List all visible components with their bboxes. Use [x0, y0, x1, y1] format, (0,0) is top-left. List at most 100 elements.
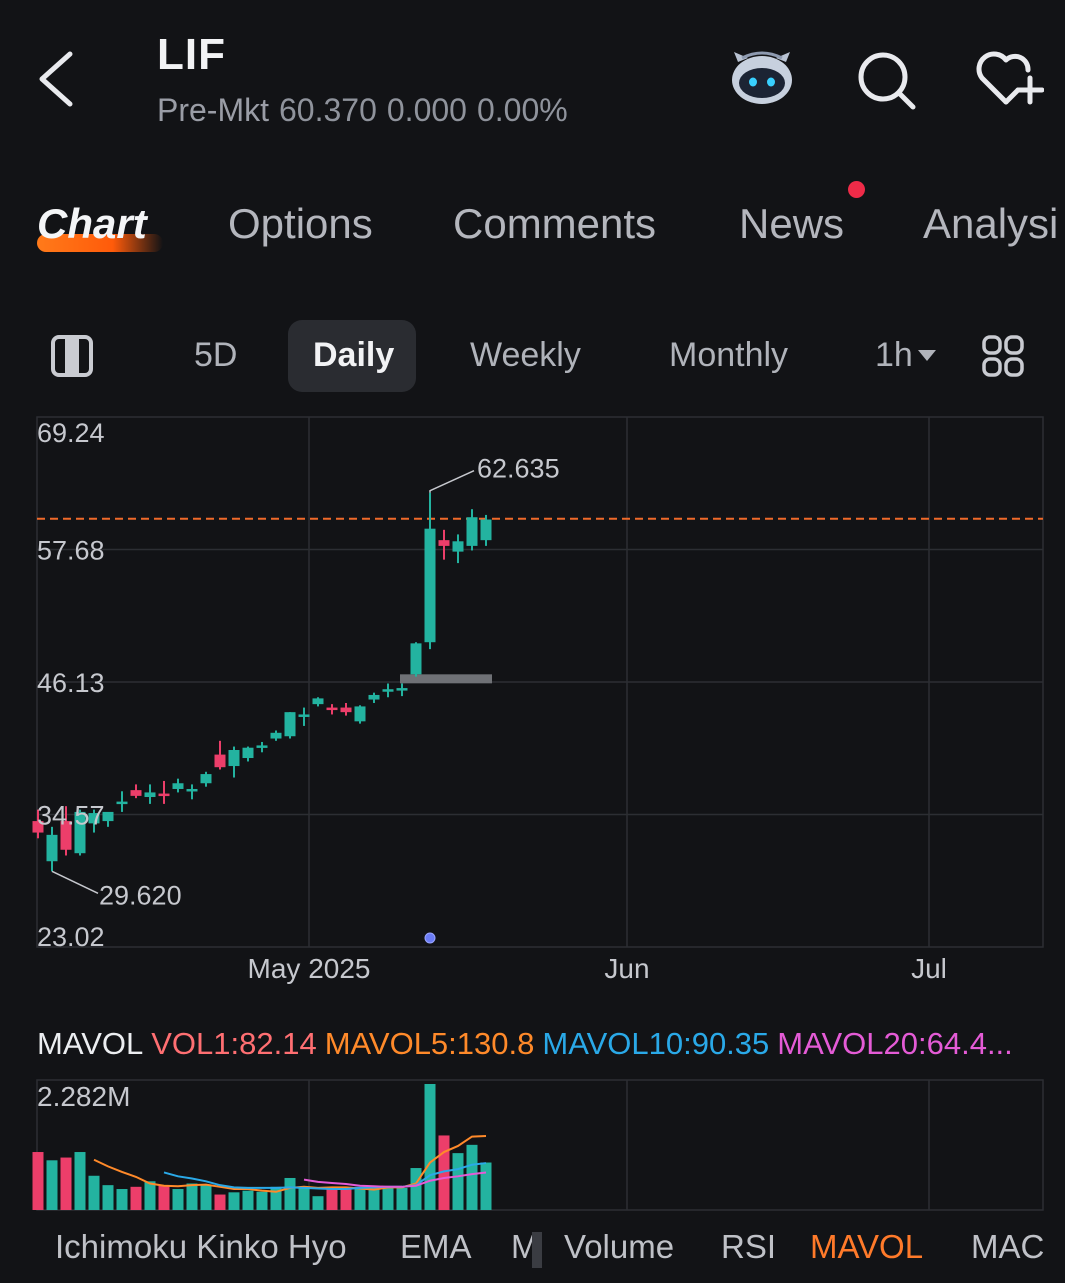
candle-body [298, 714, 310, 717]
premarket-price: 60.370 [279, 92, 377, 128]
caret-down-icon[interactable] [918, 350, 936, 362]
indicator-volume[interactable]: Volume [564, 1228, 674, 1266]
event-marker-dot [424, 932, 436, 944]
candle-body [340, 707, 352, 713]
tab-comments[interactable]: Comments [453, 200, 656, 248]
candle-body [480, 519, 492, 541]
y-tick-label: 34.57 [37, 801, 105, 831]
volume-bar [284, 1177, 296, 1210]
volume-bar [368, 1187, 380, 1210]
candle-body [158, 793, 170, 797]
premarket-label: Pre-Mkt [157, 92, 269, 128]
y-tick-label: 69.24 [37, 418, 105, 448]
volume-bar [312, 1196, 324, 1210]
volume-max-label: 2.282M [37, 1081, 130, 1112]
volume-bar [452, 1153, 464, 1210]
volume-bar [466, 1144, 478, 1210]
legend-mavol20: MAVOL20:64.4... [777, 1026, 1013, 1061]
x-tick-label: May 2025 [248, 953, 371, 984]
indicator-macd[interactable]: MAC [971, 1228, 1044, 1266]
y-tick-label: 23.02 [37, 922, 105, 952]
volume-bar [228, 1192, 240, 1210]
period-monthly[interactable]: Monthly [669, 336, 788, 375]
indicator-ichimoku[interactable]: Ichimoku Kinko Hyo [55, 1228, 347, 1266]
volume-bar [200, 1185, 212, 1210]
candle-body [172, 783, 184, 789]
candle-body [116, 801, 128, 805]
volume-chart[interactable]: 2.282M [0, 1070, 1065, 1220]
tab-news[interactable]: News [739, 200, 844, 248]
back-chevron-icon[interactable] [34, 48, 84, 110]
candle-body [452, 541, 464, 552]
y-tick-label: 46.13 [37, 668, 105, 698]
tab-analysis[interactable]: Analysi [923, 200, 1058, 248]
candle-body [46, 834, 58, 862]
period-5d[interactable]: 5D [194, 336, 237, 375]
panel-layout-icon[interactable] [50, 334, 94, 378]
high-price-label: 62.635 [477, 454, 560, 484]
indicator-divider [532, 1232, 542, 1268]
candle-body [396, 688, 408, 691]
candle-body [200, 774, 212, 784]
volume-bar [32, 1152, 44, 1210]
volume-bar [340, 1187, 352, 1210]
volume-bar [298, 1186, 310, 1210]
indicator-ema[interactable]: EMA [400, 1228, 472, 1266]
high-leader-line [429, 470, 475, 493]
volume-bar [214, 1194, 226, 1210]
period-daily[interactable]: Daily [313, 336, 394, 375]
candle-body [438, 540, 450, 546]
volume-bar [102, 1185, 114, 1210]
y-tick-label: 57.68 [37, 536, 105, 566]
candle-body [410, 643, 422, 675]
volume-bar [424, 1084, 436, 1210]
volume-bar [46, 1160, 58, 1210]
premarket-change-pct: 0.00% [476, 92, 568, 128]
candle-body [186, 788, 198, 792]
news-notification-dot [848, 181, 865, 198]
heart-plus-icon[interactable] [972, 48, 1044, 108]
chart-labels: 69.24 57.68 46.13 34.57 23.02 May 2025 Jun Jul 6… [37, 418, 947, 984]
volume-bar [88, 1175, 100, 1210]
ticker-symbol: LIF [157, 30, 226, 79]
indicator-rsi[interactable]: RSI [721, 1228, 776, 1266]
candle-body [228, 749, 240, 767]
legend-vol1: VOL1:82.14 [151, 1026, 317, 1061]
volume-bar [382, 1186, 394, 1210]
candle-body [368, 694, 380, 700]
candlestick-chart[interactable]: 69.24 57.68 46.13 34.57 23.02 May 2025 Jun Jul 6… [0, 400, 1065, 1000]
volume-bar [60, 1157, 72, 1210]
legend-mavol10: MAVOL10:90.35 [542, 1026, 770, 1061]
indicator-mavol[interactable]: MAVOL [810, 1228, 923, 1266]
volume-bar [354, 1186, 366, 1210]
x-tick-label: Jun [604, 953, 649, 984]
mavol-legend: MAVOL VOL1:82.14 MAVOL5:130.8 MAVOL10:90.35… [37, 1026, 1021, 1062]
support-bar [400, 674, 492, 684]
volume-bar [326, 1189, 338, 1210]
candle-body [214, 754, 226, 768]
volume-bar [130, 1186, 142, 1210]
tab-chart-label: Chart [37, 200, 147, 247]
tab-options[interactable]: Options [228, 200, 373, 248]
volume-bar [74, 1152, 86, 1210]
candle-body [466, 517, 478, 546]
period-weekly[interactable]: Weekly [470, 336, 581, 375]
period-1h[interactable]: 1h [875, 336, 913, 375]
volume-bar [480, 1162, 492, 1210]
low-leader-line [51, 870, 99, 894]
robot-icon[interactable] [728, 48, 796, 108]
candle-body [144, 792, 156, 798]
candle-body [424, 528, 436, 643]
chart-grid [36, 416, 1044, 948]
volume-bar [186, 1183, 198, 1210]
grid-icon[interactable] [981, 334, 1025, 378]
volume-bar [172, 1189, 184, 1210]
search-icon[interactable] [856, 50, 916, 110]
volume-bar [144, 1181, 156, 1210]
candle-body [130, 790, 142, 796]
candle-body [284, 712, 296, 737]
low-price-label: 29.620 [99, 880, 182, 910]
tab-chart[interactable]: Chart [37, 200, 147, 248]
candle-body [312, 698, 324, 705]
volume-bar [396, 1187, 408, 1210]
